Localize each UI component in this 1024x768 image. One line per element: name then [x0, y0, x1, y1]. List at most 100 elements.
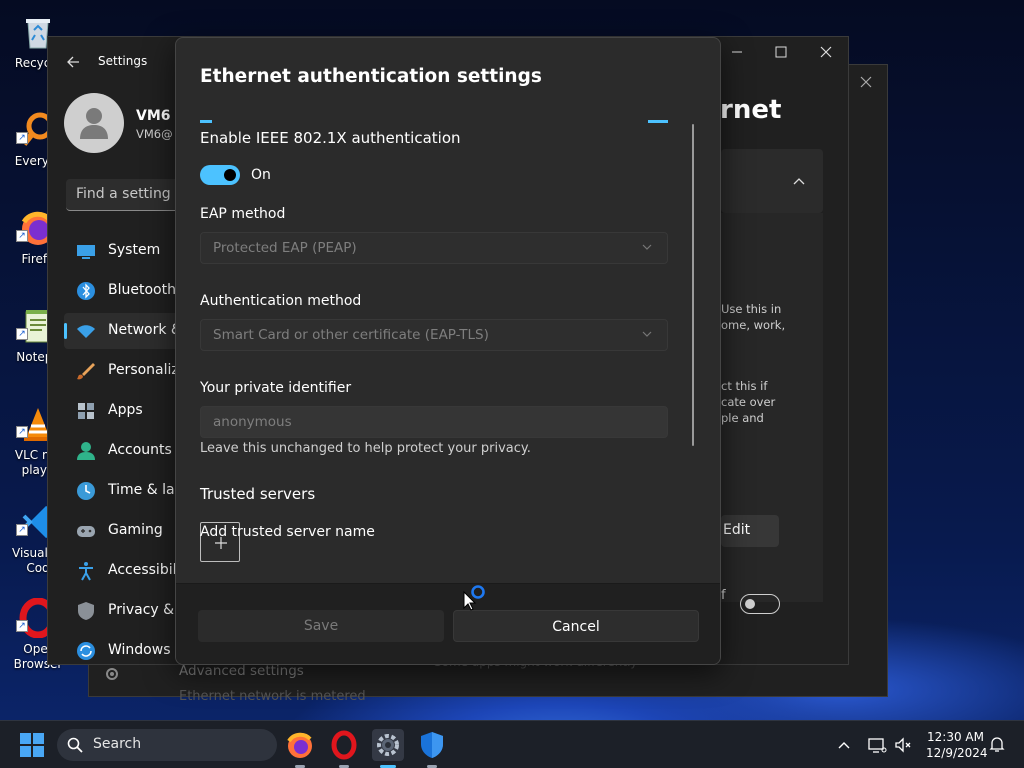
- gear-icon: [377, 734, 399, 756]
- close-icon[interactable]: [859, 75, 873, 89]
- enable-8021x-toggle[interactable]: [200, 165, 240, 185]
- maximize-icon[interactable]: [774, 45, 788, 59]
- chevron-down-icon: [642, 244, 652, 250]
- opera-icon: [331, 730, 357, 760]
- toggle-knob: [224, 169, 236, 181]
- nav-label: Apps: [108, 402, 143, 418]
- chevron-down-icon: [642, 331, 652, 337]
- auth-method-label: Authentication method: [200, 293, 362, 309]
- cancel-button[interactable]: Cancel: [453, 610, 699, 642]
- nav-item-bluetooth[interactable]: Bluetooth: [64, 273, 184, 309]
- description-text: ct this if: [721, 379, 768, 393]
- desktop: Recycle ↗ Everyth ↗ Firefo ↗ Notepa ↗ VL…: [0, 0, 1024, 720]
- advanced-settings-link[interactable]: Advanced settings: [179, 663, 304, 679]
- nav-item-personalization[interactable]: Personaliza: [64, 353, 187, 389]
- page-title: rnet: [720, 95, 782, 125]
- edit-button[interactable]: Edit: [721, 515, 779, 547]
- taskbar-opera[interactable]: [328, 729, 360, 768]
- scrollbar[interactable]: [692, 124, 694, 446]
- taskbar-search-label: Search: [93, 736, 142, 752]
- taskbar-security[interactable]: [416, 729, 448, 768]
- shortcut-arrow-icon: ↗: [16, 132, 28, 144]
- bell-icon[interactable]: [988, 735, 1006, 753]
- accounts-icon: [77, 442, 95, 460]
- toggle-state-text: f: [721, 588, 726, 603]
- nav-item-time-language[interactable]: Time & lan: [64, 473, 184, 509]
- add-trusted-server-label: Add trusted server name: [200, 524, 375, 540]
- clock-date: 12/9/2024: [926, 746, 988, 760]
- nav-item-gaming[interactable]: Gaming: [64, 513, 184, 549]
- search-placeholder: Find a setting: [76, 186, 171, 202]
- busy-cursor-icon: [463, 585, 485, 611]
- nav-label: Network &: [108, 322, 182, 338]
- network-status-icon[interactable]: [867, 735, 887, 755]
- selection-indicator: [64, 323, 67, 339]
- taskbar-settings[interactable]: [372, 729, 404, 768]
- edit-button-label: Edit: [723, 522, 751, 538]
- taskbar-firefox[interactable]: [284, 729, 316, 768]
- eap-method-label: EAP method: [200, 206, 286, 222]
- private-identifier-label: Your private identifier: [200, 380, 352, 396]
- nav-item-accounts[interactable]: Accounts: [64, 433, 184, 469]
- description-text: ome, work,: [721, 318, 786, 332]
- chevron-up-icon[interactable]: [836, 737, 852, 753]
- search-input[interactable]: Find a setting: [66, 179, 188, 211]
- bluetooth-icon: [77, 282, 95, 300]
- gaming-icon: [77, 526, 95, 537]
- avatar: [64, 93, 124, 153]
- windows-update-icon: [77, 642, 95, 660]
- shortcut-arrow-icon: ↗: [16, 426, 28, 438]
- user-email: VM6@: [136, 127, 173, 141]
- shortcut-arrow-icon: ↗: [16, 328, 28, 340]
- faded-text: Ethernet network is metered: [179, 689, 366, 704]
- network-icon: [77, 325, 95, 338]
- auth-method-value: Smart Card or other certificate (EAP-TLS…: [213, 327, 489, 343]
- shortcut-arrow-icon: ↗: [16, 524, 28, 536]
- description-text: Use this in: [721, 302, 782, 316]
- clock-time: 12:30 AM: [927, 730, 984, 744]
- private-identifier-placeholder: anonymous: [213, 414, 292, 430]
- eap-method-value: Protected EAP (PEAP): [213, 240, 357, 256]
- dialog-footer: Save Cancel: [176, 583, 720, 664]
- taskbar-search-box[interactable]: Search: [57, 729, 277, 761]
- auth-method-dropdown[interactable]: Smart Card or other certificate (EAP-TLS…: [200, 319, 668, 351]
- description-text: ple and: [721, 411, 764, 425]
- sidebar: VM6 VM6@ Find a setting System Bluetooth…: [48, 37, 188, 666]
- shortcut-arrow-icon: ↗: [16, 230, 28, 242]
- description-text: cate over: [721, 395, 776, 409]
- nav-item-privacy[interactable]: Privacy & s: [64, 593, 186, 629]
- search-icon: [67, 737, 83, 753]
- gear-icon: [106, 668, 118, 680]
- expander-card[interactable]: [721, 149, 823, 213]
- close-icon[interactable]: [819, 45, 833, 59]
- nav-item-network[interactable]: Network &: [64, 313, 184, 349]
- nav-item-apps[interactable]: Apps: [64, 393, 184, 429]
- volume-muted-icon[interactable]: [893, 735, 913, 755]
- trusted-servers-title: Trusted servers: [200, 485, 316, 503]
- toggle-state-label: On: [251, 167, 271, 183]
- private-identifier-help: Leave this unchanged to help protect you…: [200, 441, 531, 456]
- metered-toggle[interactable]: [740, 594, 780, 614]
- nav-label: Time & lan: [108, 482, 184, 498]
- nav-label: Bluetooth: [108, 282, 176, 298]
- private-identifier-input[interactable]: anonymous: [200, 406, 668, 438]
- privacy-icon: [78, 602, 94, 620]
- save-button[interactable]: Save: [198, 610, 444, 642]
- clock[interactable]: 12:30 AM 12/9/2024: [926, 729, 988, 761]
- eap-method-dropdown[interactable]: Protected EAP (PEAP): [200, 232, 668, 264]
- nav-label: System: [108, 242, 161, 258]
- expander-body: Use this in ome, work, ct this if cate o…: [721, 213, 823, 602]
- shortcut-arrow-icon: ↗: [16, 620, 28, 632]
- personalization-icon: [77, 363, 95, 380]
- nav-item-accessibility[interactable]: Accessibilit: [64, 553, 186, 589]
- windows-start-icon[interactable]: [16, 729, 48, 761]
- minimize-icon[interactable]: [730, 45, 744, 59]
- nav-item-windows-update[interactable]: Windows U: [64, 633, 186, 669]
- user-name: VM6: [136, 108, 171, 124]
- firefox-icon: [287, 732, 312, 758]
- nav-item-system[interactable]: System: [64, 233, 184, 269]
- scroll-edge-indicator: [648, 120, 668, 123]
- nav-label: Accounts: [108, 442, 172, 458]
- nav-label: Windows U: [108, 642, 186, 658]
- ethernet-auth-dialog: Ethernet authentication settings Enable …: [175, 37, 721, 665]
